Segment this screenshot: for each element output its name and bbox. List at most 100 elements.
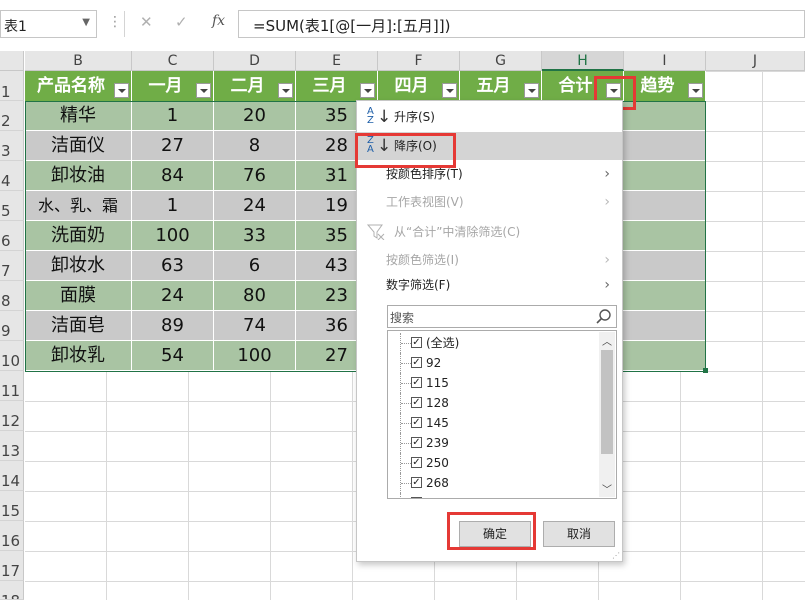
row-header[interactable]: 8 [0, 281, 24, 311]
row-header[interactable]: 4 [0, 161, 24, 191]
filter-dropdown-icon[interactable] [196, 83, 211, 98]
filter-dropdown-icon[interactable] [114, 83, 129, 98]
checkbox[interactable]: ✓ [411, 497, 422, 498]
checkbox[interactable]: ✓ [411, 477, 422, 488]
checkbox[interactable]: ✓ [411, 417, 422, 428]
column-header-c[interactable]: C [132, 51, 214, 71]
row-header[interactable]: 13 [0, 431, 24, 461]
column-header-d[interactable]: D [214, 51, 296, 71]
tree-line [400, 453, 411, 473]
list-item[interactable]: ✓ (全选) [388, 333, 598, 353]
checkbox[interactable]: ✓ [411, 457, 422, 468]
table-header-jan: 一月 [132, 71, 214, 101]
row-header[interactable]: 11 [0, 371, 24, 401]
menu-label: 从“合计”中清除筛选(C) [394, 225, 521, 239]
formula-text: =SUM(表1[@[一月]:[五月]]) [253, 17, 451, 35]
insert-function-icon[interactable]: fx [212, 13, 225, 29]
row-header[interactable]: 12 [0, 401, 24, 431]
list-item[interactable]: ✓ 250 [388, 453, 598, 473]
tree-line [400, 413, 411, 433]
list-item[interactable]: ✓ 268 [388, 473, 598, 493]
row-header[interactable]: 3 [0, 131, 24, 161]
row-header[interactable]: 1 [0, 71, 24, 101]
list-item[interactable]: ✓ 115 [388, 373, 598, 393]
filter-dropdown-icon[interactable] [360, 83, 375, 98]
checkbox[interactable]: ✓ [411, 437, 422, 448]
menu-label: 数字筛选(F) [386, 278, 451, 292]
table-header-trend: 趋势 [624, 71, 706, 101]
list-item[interactable]: ✓ 302 [388, 493, 598, 498]
menu-label: 升序(S) [394, 110, 435, 124]
column-header-i[interactable]: I [624, 51, 706, 71]
sort-ascending-icon: A Z ↓ [367, 106, 392, 128]
menu-sort-ascending[interactable]: A Z ↓ 升序(S) [357, 103, 622, 131]
row-header[interactable]: 18 [0, 581, 24, 600]
list-item-label: 268 [426, 476, 449, 490]
table-header-label: 产品名称 [37, 76, 105, 96]
row-header[interactable]: 17 [0, 551, 24, 581]
row-header[interactable]: 2 [0, 101, 24, 131]
scroll-thumb[interactable] [601, 350, 613, 454]
column-header-h[interactable]: H [542, 51, 624, 71]
list-item-label: 128 [426, 396, 449, 410]
checkbox[interactable]: ✓ [411, 357, 422, 368]
formula-bar-grip-icon: ⋮ [108, 14, 122, 30]
column-header-f[interactable]: F [378, 51, 460, 71]
row-header[interactable]: 10 [0, 341, 24, 371]
enter-icon[interactable]: ✓ [175, 13, 188, 31]
name-box[interactable]: 表1 ▼ [0, 10, 97, 38]
filter-dropdown-icon[interactable] [442, 83, 457, 98]
scroll-down-icon[interactable]: ﹀ [602, 481, 612, 496]
checkbox[interactable]: ✓ [411, 337, 422, 348]
row-header[interactable]: 14 [0, 461, 24, 491]
row-header[interactable]: 16 [0, 521, 24, 551]
list-item[interactable]: ✓ 92 [388, 353, 598, 373]
row-header[interactable]: 9 [0, 311, 24, 341]
table-header-mar: 三月 [296, 71, 378, 101]
column-header-b[interactable]: B [25, 51, 132, 71]
resize-grip-icon[interactable]: ⋰ [612, 552, 620, 560]
row-header[interactable]: 15 [0, 491, 24, 521]
column-header-e[interactable]: E [296, 51, 378, 71]
row-header[interactable]: 5 [0, 191, 24, 221]
filter-search-input[interactable]: 搜索 [387, 305, 617, 328]
table-header-feb: 二月 [214, 71, 296, 101]
list-item[interactable]: ✓ 239 [388, 433, 598, 453]
scroll-up-icon[interactable]: ︿ [602, 333, 612, 348]
select-all-corner[interactable] [0, 51, 24, 71]
highlight-ok-button [447, 512, 536, 550]
table-header-apr: 四月 [378, 71, 460, 101]
list-scrollbar[interactable]: ︿ ﹀ [599, 332, 615, 497]
filter-dropdown-icon[interactable] [524, 83, 539, 98]
table-header-label: 五月 [476, 76, 511, 96]
tree-line [400, 393, 411, 413]
formula-input[interactable]: =SUM(表1[@[一月]:[五月]]) [238, 10, 805, 38]
list-item[interactable]: ✓ 145 [388, 413, 598, 433]
list-item-label: 115 [426, 376, 449, 390]
row-header[interactable]: 6 [0, 221, 24, 251]
search-icon[interactable] [595, 308, 613, 326]
checkbox[interactable]: ✓ [411, 377, 422, 388]
list-item[interactable]: ✓ 128 [388, 393, 598, 413]
filter-dropdown-icon[interactable] [688, 83, 703, 98]
cancel-icon[interactable]: ✕ [140, 13, 153, 31]
filter-dropdown-icon[interactable] [278, 83, 293, 98]
table-header-label: 二月 [230, 76, 265, 96]
chevron-right-icon: › [604, 277, 610, 293]
checkbox[interactable]: ✓ [411, 397, 422, 408]
name-box-dropdown-icon[interactable]: ▼ [82, 17, 90, 28]
menu-number-filters[interactable]: 数字筛选(F) › [357, 271, 622, 299]
menu-filter-by-color: 按颜色筛选(I) › [357, 246, 622, 274]
tree-line [400, 473, 411, 493]
row-header[interactable]: 7 [0, 251, 24, 281]
tree-line [400, 433, 411, 453]
table-header-label: 三月 [312, 76, 347, 96]
cancel-button[interactable]: 取消 [543, 521, 615, 547]
column-header-g[interactable]: G [460, 51, 542, 71]
column-header-j[interactable]: J [706, 51, 805, 71]
table-resize-handle[interactable] [703, 368, 708, 373]
table-header-label: 一月 [148, 76, 183, 96]
table-header-label: 趋势 [640, 76, 675, 96]
formula-bar-divider [124, 11, 125, 37]
list-item-label: 250 [426, 456, 449, 470]
